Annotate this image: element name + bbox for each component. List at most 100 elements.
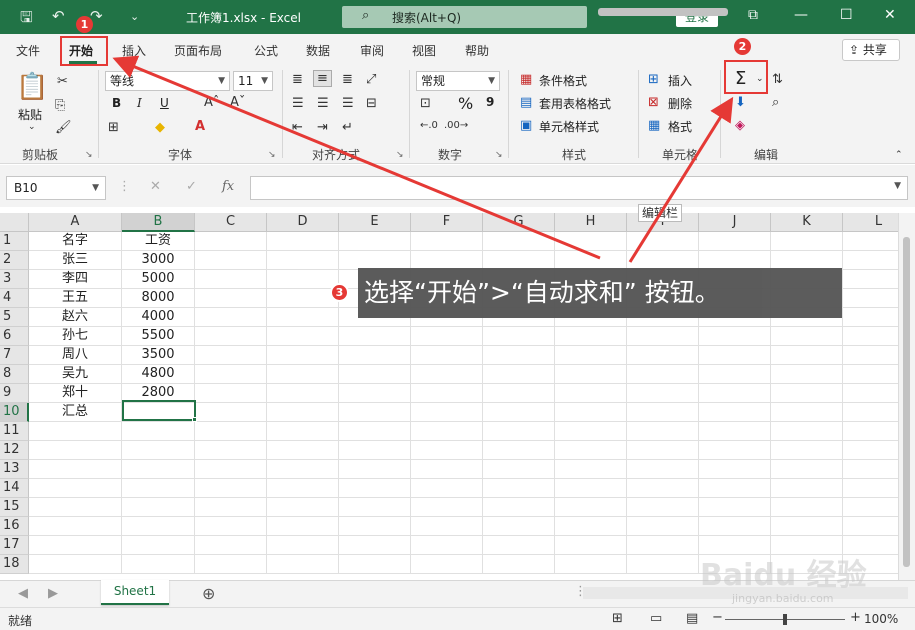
insert-cells-icon[interactable]: ⊞ bbox=[648, 72, 659, 87]
row-header-12[interactable]: 12 bbox=[0, 441, 29, 460]
cell-c6[interactable] bbox=[195, 327, 267, 346]
add-sheet-icon[interactable]: ⊕ bbox=[202, 584, 215, 603]
cell-h6[interactable] bbox=[555, 327, 627, 346]
fill-color-icon[interactable]: ◆ bbox=[155, 120, 165, 135]
cell-styles-button[interactable]: 单元格样式 bbox=[539, 118, 599, 135]
cell-f11[interactable] bbox=[411, 422, 483, 441]
cell-h7[interactable] bbox=[555, 346, 627, 365]
cell-d12[interactable] bbox=[267, 441, 339, 460]
cell-j16[interactable] bbox=[699, 517, 771, 536]
cell-i8[interactable] bbox=[627, 365, 699, 384]
cell-c7[interactable] bbox=[195, 346, 267, 365]
cell-d2[interactable] bbox=[267, 251, 339, 270]
font-color-icon[interactable]: A bbox=[195, 119, 205, 134]
cell-c4[interactable] bbox=[195, 289, 267, 308]
cell-f18[interactable] bbox=[411, 555, 483, 574]
column-header-c[interactable]: C bbox=[195, 213, 267, 232]
align-right-icon[interactable]: ☰ bbox=[342, 96, 354, 111]
format-cells-icon[interactable]: ▦ bbox=[648, 118, 660, 133]
cell-j11[interactable] bbox=[699, 422, 771, 441]
cell-e10[interactable] bbox=[339, 403, 411, 422]
cell-g1[interactable] bbox=[483, 232, 555, 251]
row-header-3[interactable]: 3 bbox=[0, 270, 29, 289]
align-middle-icon[interactable]: ≡ bbox=[313, 70, 332, 87]
cell-d4[interactable] bbox=[267, 289, 339, 308]
cell-c11[interactable] bbox=[195, 422, 267, 441]
cell-g12[interactable] bbox=[483, 441, 555, 460]
cell-e14[interactable] bbox=[339, 479, 411, 498]
cell-h12[interactable] bbox=[555, 441, 627, 460]
column-header-g[interactable]: G bbox=[483, 213, 555, 232]
cell-g16[interactable] bbox=[483, 517, 555, 536]
cell-f13[interactable] bbox=[411, 460, 483, 479]
cell-i6[interactable] bbox=[627, 327, 699, 346]
cell-b18[interactable] bbox=[122, 555, 195, 574]
cell-g11[interactable] bbox=[483, 422, 555, 441]
cell-i16[interactable] bbox=[627, 517, 699, 536]
italic-button[interactable]: I bbox=[137, 96, 142, 110]
zoom-out-button[interactable]: − bbox=[712, 610, 723, 625]
delete-cells-button[interactable]: 删除 bbox=[668, 95, 692, 112]
cell-a7[interactable]: 周八 bbox=[29, 346, 122, 365]
cell-e6[interactable] bbox=[339, 327, 411, 346]
zoom-in-button[interactable]: + bbox=[850, 610, 861, 625]
tab-page-layout[interactable]: 页面布局 bbox=[174, 42, 222, 59]
cell-e18[interactable] bbox=[339, 555, 411, 574]
cell-a1[interactable]: 名字 bbox=[29, 232, 122, 251]
cell-f7[interactable] bbox=[411, 346, 483, 365]
wrap-text-icon[interactable]: ↵ bbox=[342, 120, 353, 135]
fill-icon[interactable]: ⬇ bbox=[735, 95, 746, 110]
row-header-8[interactable]: 8 bbox=[0, 365, 29, 384]
scroll-right-icon[interactable]: ▶ bbox=[48, 586, 58, 601]
cell-e17[interactable] bbox=[339, 536, 411, 555]
cell-d17[interactable] bbox=[267, 536, 339, 555]
cell-f8[interactable] bbox=[411, 365, 483, 384]
format-painter-icon[interactable]: 🖌 bbox=[55, 120, 72, 135]
page-break-view-icon[interactable]: ▤ bbox=[686, 611, 698, 626]
cell-b2[interactable]: 3000 bbox=[122, 251, 195, 270]
cell-f17[interactable] bbox=[411, 536, 483, 555]
paste-icon[interactable]: 📋 bbox=[16, 72, 48, 102]
page-layout-view-icon[interactable]: ▭ bbox=[650, 611, 662, 626]
formula-input[interactable]: ▼ bbox=[250, 176, 908, 200]
close-icon[interactable]: ✕ bbox=[884, 7, 896, 23]
cell-b11[interactable] bbox=[122, 422, 195, 441]
customize-icon[interactable]: ⌄ bbox=[130, 10, 139, 23]
chevron-down-icon[interactable]: ⌄ bbox=[28, 122, 36, 132]
cell-c1[interactable] bbox=[195, 232, 267, 251]
format-table-icon[interactable]: ▤ bbox=[520, 95, 532, 110]
cell-a10[interactable]: 汇总 bbox=[29, 403, 122, 422]
cell-i17[interactable] bbox=[627, 536, 699, 555]
cell-e15[interactable] bbox=[339, 498, 411, 517]
cell-a12[interactable] bbox=[29, 441, 122, 460]
align-bottom-icon[interactable]: ≣ bbox=[342, 72, 353, 87]
cell-d9[interactable] bbox=[267, 384, 339, 403]
cell-b7[interactable]: 3500 bbox=[122, 346, 195, 365]
row-header-17[interactable]: 17 bbox=[0, 536, 29, 555]
cell-b1[interactable]: 工资 bbox=[122, 232, 195, 251]
name-box[interactable]: B10 ▼ bbox=[6, 176, 106, 200]
align-center-icon[interactable]: ☰ bbox=[317, 96, 329, 111]
horizontal-scroll-thumb[interactable] bbox=[598, 8, 728, 16]
row-header-13[interactable]: 13 bbox=[0, 460, 29, 479]
align-left-icon[interactable]: ☰ bbox=[292, 96, 304, 111]
cell-e12[interactable] bbox=[339, 441, 411, 460]
cell-h11[interactable] bbox=[555, 422, 627, 441]
cell-k15[interactable] bbox=[771, 498, 843, 517]
fill-handle[interactable] bbox=[192, 417, 197, 422]
cell-b4[interactable]: 8000 bbox=[122, 289, 195, 308]
cell-a14[interactable] bbox=[29, 479, 122, 498]
cell-k7[interactable] bbox=[771, 346, 843, 365]
row-header-18[interactable]: 18 bbox=[0, 555, 29, 574]
sort-filter-icon[interactable]: ⇅ bbox=[772, 72, 783, 87]
cell-a13[interactable] bbox=[29, 460, 122, 479]
cell-c15[interactable] bbox=[195, 498, 267, 517]
underline-button[interactable]: U bbox=[160, 96, 169, 110]
cell-b17[interactable] bbox=[122, 536, 195, 555]
cell-g14[interactable] bbox=[483, 479, 555, 498]
cell-i18[interactable] bbox=[627, 555, 699, 574]
cell-b15[interactable] bbox=[122, 498, 195, 517]
cell-f10[interactable] bbox=[411, 403, 483, 422]
conditional-format-button[interactable]: 条件格式 bbox=[539, 72, 587, 89]
cell-g17[interactable] bbox=[483, 536, 555, 555]
